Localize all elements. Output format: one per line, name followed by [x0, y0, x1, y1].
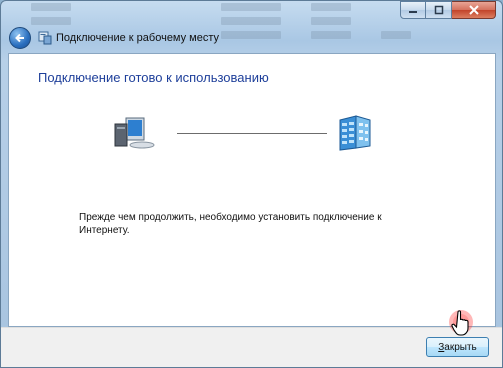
page-heading: Подключение готово к использованию	[38, 70, 269, 85]
close-button-label-rest: акрыть	[444, 341, 477, 353]
content-panel: Подключение готово к использованию Прежд…	[8, 53, 496, 327]
server-icon	[339, 115, 371, 151]
hand-cursor-icon	[449, 310, 473, 336]
caption-buttons	[400, 1, 496, 20]
minimize-icon	[409, 11, 417, 13]
workplace-connection-icon	[38, 31, 52, 45]
window-close-button[interactable]	[452, 1, 496, 19]
close-dialog-button[interactable]: Закрыть	[426, 337, 489, 357]
maximize-button[interactable]	[426, 1, 452, 19]
computer-icon	[114, 117, 155, 149]
connection-line	[177, 133, 327, 134]
window-title: Подключение к рабочему месту	[56, 32, 220, 44]
connection-diagram	[112, 112, 372, 152]
close-icon	[468, 5, 479, 15]
navigation-bar: Подключение к рабочему месту	[9, 27, 219, 49]
maximize-icon	[434, 5, 443, 15]
minimize-button[interactable]	[400, 1, 426, 19]
dialog-window: Подключение к рабочему месту Подключение…	[0, 0, 503, 368]
back-button[interactable]	[9, 27, 31, 49]
back-arrow-icon	[15, 33, 24, 43]
info-text: Прежде чем продолжить, необходимо устано…	[79, 212, 382, 236]
